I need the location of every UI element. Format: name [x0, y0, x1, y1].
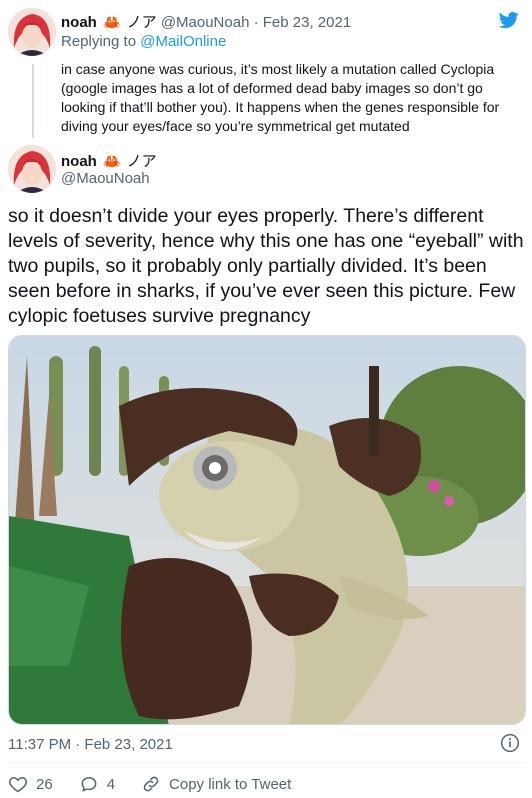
- avatar-image: [8, 145, 56, 193]
- separator-dot: ·: [253, 14, 259, 31]
- comment-icon: [81, 777, 97, 792]
- replying-to-label: Replying to: [61, 33, 137, 50]
- avatar[interactable]: [8, 8, 56, 56]
- avatar-image: [8, 8, 56, 56]
- display-name[interactable]: noah: [61, 153, 97, 170]
- tweet-photo[interactable]: [8, 335, 526, 725]
- copy-link-button[interactable]: Copy link to Tweet: [141, 774, 291, 794]
- link-icon: [143, 776, 159, 792]
- shark-photo-image: [9, 336, 525, 724]
- handle[interactable]: @MaouNoah: [161, 14, 250, 31]
- avatar[interactable]: [8, 145, 56, 193]
- main-tweet-author: noah 🦀 ノア: [61, 150, 157, 171]
- action-bar: 26 4 Copy link to Tweet: [8, 772, 317, 796]
- thread-connector: [32, 64, 34, 138]
- crab-icon: 🦀: [103, 153, 121, 169]
- tweet-date[interactable]: Feb 23, 2021: [263, 14, 351, 31]
- divider: [8, 762, 526, 763]
- display-name-suffix: ノア: [126, 153, 157, 170]
- reply-count: 4: [106, 775, 116, 793]
- heart-icon: [8, 777, 28, 793]
- twitter-bird-icon[interactable]: [498, 10, 520, 30]
- like-count: 26: [36, 775, 53, 793]
- reply-button[interactable]: 4: [79, 774, 115, 794]
- display-name[interactable]: noah: [61, 14, 97, 31]
- tweet-timestamp[interactable]: 11:37 PM · Feb 23, 2021: [8, 736, 173, 753]
- handle[interactable]: @MaouNoah: [61, 170, 150, 187]
- main-tweet-text: so it doesn’t divide your eyes properly.…: [8, 205, 524, 327]
- like-button[interactable]: 26: [8, 774, 53, 794]
- parent-tweet-author: noah 🦀 ノア @MaouNoah · Feb 23, 2021: [61, 11, 351, 32]
- replying-to-mention[interactable]: @MailOnline: [140, 33, 226, 50]
- copy-link-label: Copy link to Tweet: [169, 775, 292, 793]
- display-name-suffix: ノア: [126, 14, 157, 31]
- parent-tweet-text: in case anyone was curious, it’s most li…: [61, 61, 500, 134]
- crab-icon: 🦀: [103, 14, 121, 30]
- replying-to: Replying to @MailOnline: [61, 33, 226, 50]
- info-icon[interactable]: [500, 733, 520, 753]
